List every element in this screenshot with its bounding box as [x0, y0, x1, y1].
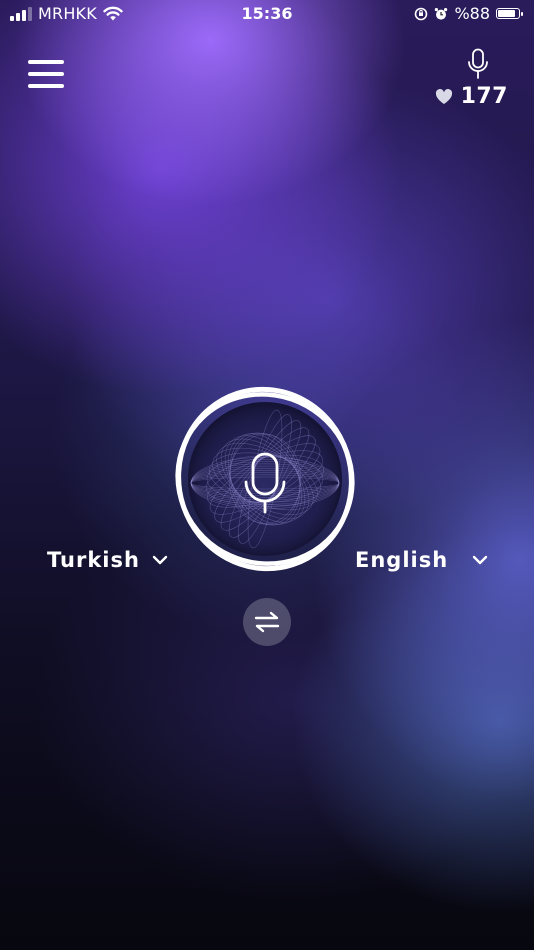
chevron-down-icon — [472, 555, 488, 565]
menu-line — [28, 60, 64, 64]
menu-line — [28, 84, 64, 88]
record-control — [172, 386, 358, 572]
source-language-label: Turkish — [47, 548, 140, 572]
credits-count: 177 — [460, 84, 508, 109]
hamburger-menu-icon[interactable] — [28, 60, 64, 88]
menu-line — [28, 72, 64, 76]
status-right: %88 — [414, 4, 523, 23]
chevron-down-icon — [152, 555, 168, 565]
translator-screen: MRHKK 15:36 %88 177 Turkish English — [0, 0, 534, 950]
battery-percentage: %88 — [454, 4, 490, 23]
status-bar: MRHKK 15:36 %88 — [0, 0, 534, 30]
credits-widget[interactable]: 177 — [435, 48, 508, 110]
swap-languages-button[interactable] — [243, 598, 291, 646]
source-language-selector[interactable]: Turkish — [47, 548, 168, 572]
orientation-lock-icon — [415, 7, 428, 20]
target-language-selector[interactable]: English — [355, 548, 488, 572]
record-button-rings — [175, 386, 355, 572]
heart-icon — [435, 88, 452, 104]
target-language-label: English — [355, 548, 449, 572]
credits-row: 177 — [435, 84, 508, 109]
alarm-icon — [435, 7, 448, 20]
swap-arrows-icon — [254, 611, 280, 633]
battery-icon — [496, 8, 523, 19]
microphone-icon — [468, 48, 488, 79]
battery-fill — [498, 10, 516, 17]
